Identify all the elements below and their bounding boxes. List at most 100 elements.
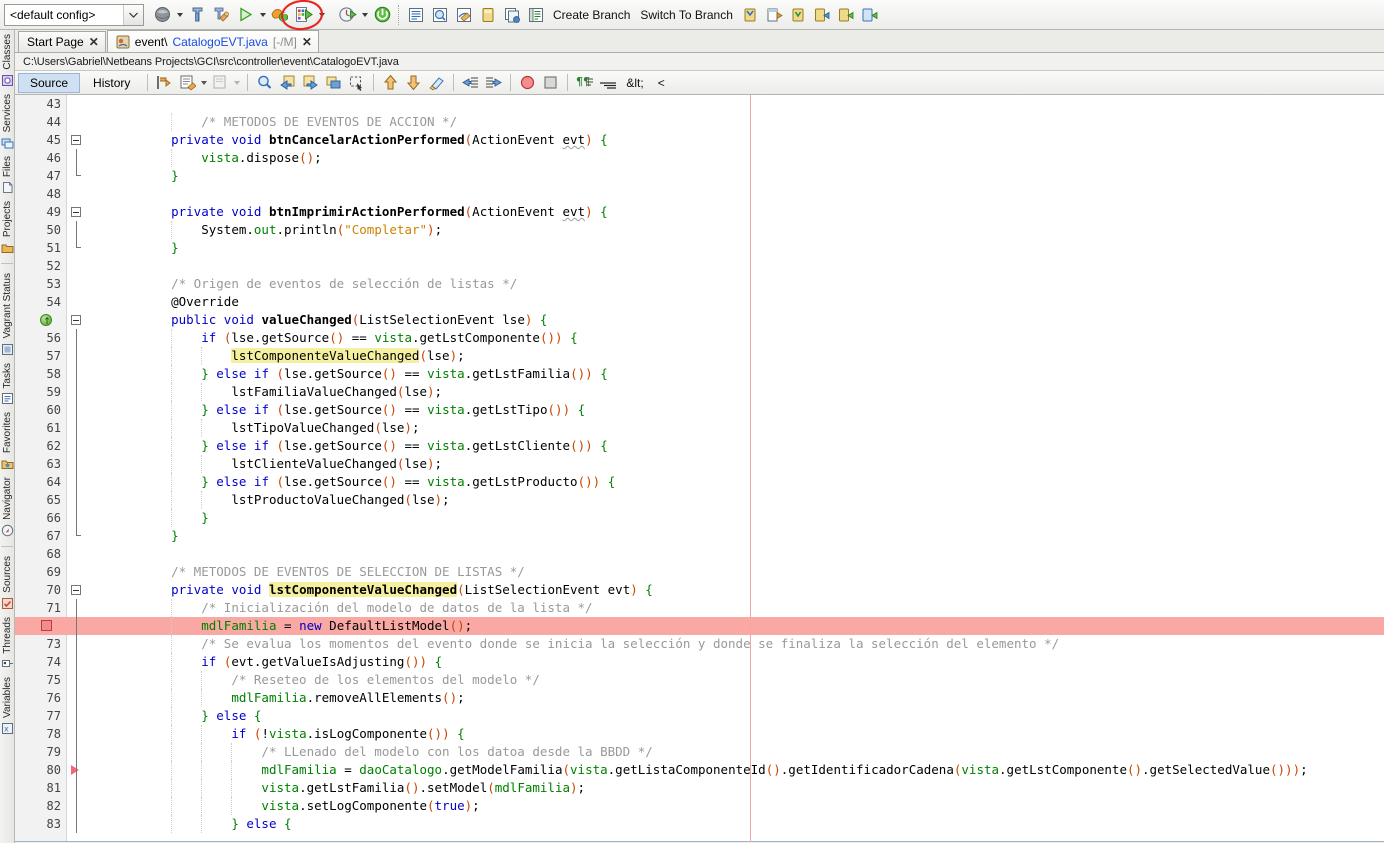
debug-project-button[interactable] — [292, 3, 316, 27]
tab-catalogoevt[interactable]: event\ CatalogoEVT.java [-/M] ✕ — [106, 30, 319, 52]
start-macro-recording-button[interactable] — [516, 72, 539, 93]
code-line[interactable]: 54 @Override — [15, 293, 1384, 311]
code-line[interactable]: 59 lstFamiliaValueChanged(lse); — [15, 383, 1384, 401]
code-line[interactable]: 56 if (lse.getSource() == vista.getLstCo… — [15, 329, 1384, 347]
build-main-project-button[interactable] — [150, 3, 174, 27]
run-dropdown-arrow[interactable] — [257, 3, 268, 27]
close-icon[interactable]: ✕ — [302, 36, 312, 48]
breakpoint-icon[interactable] — [41, 620, 52, 631]
dock-item-projects[interactable]: Projects — [0, 199, 15, 258]
fold-collapse-icon[interactable] — [71, 315, 81, 325]
show-changes-button[interactable] — [404, 3, 428, 27]
chevron-down-icon[interactable] — [123, 4, 143, 25]
code-line[interactable]: 64 } else if (lse.getSource() == vista.g… — [15, 473, 1384, 491]
tab-source[interactable]: Source — [18, 72, 81, 93]
code-line[interactable]: mdlFamilia = new DefaultListModel(); — [15, 617, 1384, 635]
toggle-rectangular-selection-button[interactable] — [345, 72, 368, 93]
next-error-button[interactable] — [402, 72, 425, 93]
code-line[interactable]: 79 /* LLenado del modelo con los datoa d… — [15, 743, 1384, 761]
debug-dropdown-arrow[interactable] — [316, 3, 327, 27]
uncomment-button[interactable] — [209, 72, 232, 93]
dock-item-tasks[interactable]: Tasks — [0, 361, 15, 410]
configuration-combo[interactable]: <default config> — [4, 3, 144, 26]
dock-item-files[interactable]: Files — [0, 154, 15, 198]
dock-item-sources[interactable]: Sources — [0, 554, 15, 614]
stop-button[interactable] — [370, 3, 394, 27]
code-line[interactable]: 47 } — [15, 167, 1384, 185]
code-line[interactable]: 61 lstTipoValueChanged(lse); — [15, 419, 1384, 437]
update-button[interactable] — [452, 3, 476, 27]
profile-dropdown-arrow[interactable] — [359, 3, 370, 27]
dock-item-services[interactable]: Services — [0, 92, 15, 153]
checkout-button[interactable] — [786, 3, 810, 27]
lt-entity-label[interactable]: &lt; — [619, 76, 650, 90]
dock-item-variables[interactable]: Variables x — [0, 675, 15, 739]
fold-collapse-icon[interactable] — [71, 207, 81, 217]
code-line[interactable]: 77 } else { — [15, 707, 1384, 725]
code-line[interactable]: 71 /* Inicialización del modelo de datos… — [15, 599, 1384, 617]
code-line[interactable]: 46 vista.dispose(); — [15, 149, 1384, 167]
code-line[interactable]: 62 } else if (lse.getSource() == vista.g… — [15, 437, 1384, 455]
code-line[interactable]: 58 } else if (lse.getSource() == vista.g… — [15, 365, 1384, 383]
export-diff-button[interactable] — [762, 3, 786, 27]
profile-project-button[interactable] — [335, 3, 359, 27]
code-line[interactable]: 81 vista.getLstFamilia().setModel(mdlFam… — [15, 779, 1384, 797]
code-line[interactable]: 63 lstClienteValueChanged(lse); — [15, 455, 1384, 473]
code-line[interactable]: 67 } — [15, 527, 1384, 545]
previous-error-button[interactable] — [379, 72, 402, 93]
dock-item-classes[interactable]: Classes — [0, 32, 15, 91]
fold-collapse-icon[interactable] — [71, 135, 81, 145]
clean-build-alt-button[interactable] — [209, 3, 233, 27]
code-line[interactable]: 76 mdlFamilia.removeAllElements(); — [15, 689, 1384, 707]
shift-right-button[interactable] — [482, 72, 505, 93]
code-line[interactable]: 49 private void btnImprimirActionPerform… — [15, 203, 1384, 221]
dock-item-favorites[interactable]: Favorites — [0, 410, 15, 474]
code-line[interactable]: 68 — [15, 545, 1384, 563]
comment-dropdown-arrow[interactable] — [199, 72, 209, 93]
find-selection-button[interactable] — [253, 72, 276, 93]
code-line[interactable]: 80 mdlFamilia = daoCatalogo.getModelFami… — [15, 761, 1384, 779]
uncomment-dropdown-arrow[interactable] — [232, 72, 242, 93]
show-history-button[interactable] — [524, 3, 548, 27]
code-line[interactable]: 57 lstComponenteValueChanged(lse); — [15, 347, 1384, 365]
code-line[interactable]: 73 /* Se evalua los momentos del evento … — [15, 635, 1384, 653]
toggle-text-limit-button[interactable] — [596, 72, 619, 93]
code-line[interactable]: 69 /* METODOS DE EVENTOS DE SELECCION DE… — [15, 563, 1384, 581]
code-line[interactable]: 52 — [15, 257, 1384, 275]
code-line[interactable]: 48 — [15, 185, 1384, 203]
code-line[interactable]: 74 if (evt.getValueIsAdjusting()) { — [15, 653, 1384, 671]
tab-start-page[interactable]: Start Page ✕ — [18, 31, 106, 52]
tab-history[interactable]: History — [82, 73, 141, 93]
stop-macro-recording-button[interactable] — [539, 72, 562, 93]
code-line[interactable]: 82 vista.setLogComponente(true); — [15, 797, 1384, 815]
comment-button[interactable] — [176, 72, 199, 93]
fold-collapse-icon[interactable] — [71, 585, 81, 595]
code-line[interactable]: 60 } else if (lse.getSource() == vista.g… — [15, 401, 1384, 419]
shift-left-button[interactable] — [459, 72, 482, 93]
code-line[interactable]: 44 /* METODOS DE EVENTOS DE ACCION */ — [15, 113, 1384, 131]
pull-button[interactable] — [810, 3, 834, 27]
code-line[interactable]: 70 private void lstComponenteValueChange… — [15, 581, 1384, 599]
code-line[interactable]: 65 lstProductoValueChanged(lse); — [15, 491, 1384, 509]
switch-to-branch-label[interactable]: Switch To Branch — [635, 3, 738, 27]
dock-item-threads[interactable]: Threads — [0, 615, 15, 675]
create-branch-label[interactable]: Create Branch — [548, 3, 635, 27]
code-line[interactable]: 51 } — [15, 239, 1384, 257]
next-bookmark-button[interactable] — [299, 72, 322, 93]
diff-button[interactable] — [428, 3, 452, 27]
dock-item-vagrant-status[interactable]: Vagrant Status — [0, 271, 15, 359]
lt-char-label[interactable]: < — [651, 76, 672, 90]
run-project-button[interactable] — [233, 3, 257, 27]
toggle-highlight-search-button[interactable] — [425, 72, 448, 93]
revert-button[interactable] — [500, 3, 524, 27]
code-line[interactable]: 75 /* Reseteo de los elementos del model… — [15, 671, 1384, 689]
previous-bookmark-button[interactable] — [276, 72, 299, 93]
push-button[interactable] — [834, 3, 858, 27]
close-icon[interactable]: ✕ — [89, 36, 99, 48]
toggle-non-printable-button[interactable]: ¶¶ — [573, 72, 596, 93]
merge-revisions-button[interactable] — [738, 3, 762, 27]
debug-main-project-button[interactable] — [268, 3, 292, 27]
last-edit-button[interactable] — [153, 72, 176, 93]
dock-item-navigator[interactable]: Navigator — [0, 475, 15, 541]
code-line[interactable]: 43 — [15, 95, 1384, 113]
